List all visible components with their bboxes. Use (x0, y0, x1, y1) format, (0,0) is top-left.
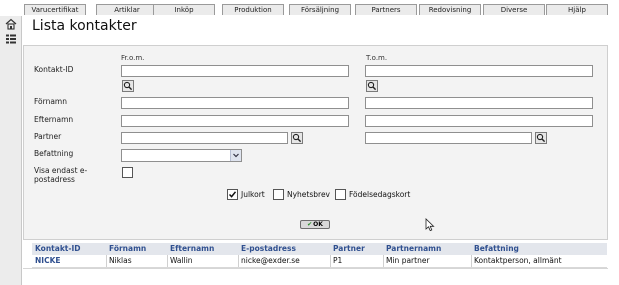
fornamn-to-input[interactable] (365, 97, 593, 109)
column-divider (106, 255, 107, 267)
efternamn-from-input[interactable] (121, 115, 349, 127)
kontakt-id-to-lookup-button[interactable] (366, 80, 378, 92)
kontakt-id-from-lookup-button[interactable] (122, 80, 134, 92)
tab-varucertifikat[interactable]: Varucertifikat (24, 4, 86, 15)
cell-partnernamn: Min partner (386, 256, 430, 265)
julkort-checkbox[interactable] (227, 189, 238, 200)
ok-label: OK (313, 221, 323, 228)
col-partner[interactable]: Partner (333, 244, 365, 254)
tab-artiklar[interactable]: Artiklar (96, 4, 158, 15)
fornamn-label: Förnamn (34, 97, 67, 106)
tab-produktion[interactable]: Produktion (222, 4, 284, 15)
julkort-label: Julkort (241, 190, 265, 199)
kontakt-id-to-input[interactable] (365, 65, 593, 77)
ok-button[interactable]: ✔OK (300, 220, 330, 229)
fodelsedagskort-label: Födelsedagskort (349, 190, 411, 199)
column-divider (238, 255, 239, 267)
cell-befattning: Kontaktperson, allmänt (474, 256, 562, 265)
column-divider (330, 255, 331, 267)
nyhetsbrev-label: Nyhetsbrev (287, 190, 330, 199)
visa-endast-label: Visa endast e-postadress (34, 166, 88, 184)
cell-fornamn: Niklas (109, 256, 132, 265)
column-divider (167, 255, 168, 267)
befattning-select[interactable] (121, 149, 242, 162)
divider (23, 268, 608, 269)
magnifier-icon (123, 81, 133, 91)
partner-from-lookup-button[interactable] (291, 132, 303, 144)
kontakt-id-label: Kontakt-ID (34, 65, 74, 74)
partner-label: Partner (34, 132, 62, 141)
col-kontakt-id[interactable]: Kontakt-ID (35, 244, 81, 254)
col-partnernamn[interactable]: Partnernamn (386, 244, 441, 254)
visa-endast-checkbox[interactable] (122, 167, 133, 178)
col-efternamn[interactable]: Efternamn (170, 244, 214, 254)
tab-inkop[interactable]: Inköp (153, 4, 215, 15)
partner-to-input[interactable] (365, 132, 532, 144)
check-icon (228, 191, 237, 198)
from-header: Fr.o.m. (121, 54, 145, 62)
nyhetsbrev-checkbox[interactable] (273, 189, 284, 200)
column-divider (383, 255, 384, 267)
check-icon: ✔ (307, 221, 313, 228)
list-icon[interactable] (5, 33, 17, 45)
befattning-label: Befattning (34, 149, 74, 158)
tab-forsaljning[interactable]: Försäljning (289, 4, 351, 15)
table-row[interactable]: NICKE Niklas Wallin nicke@exder.se P1 Mi… (32, 255, 607, 268)
col-befattning[interactable]: Befattning (474, 244, 519, 254)
magnifier-icon (367, 81, 377, 91)
cell-kontakt-id[interactable]: NICKE (35, 256, 61, 266)
cell-e-postadress: nicke@exder.se (241, 256, 300, 265)
partner-to-lookup-button[interactable] (535, 132, 547, 144)
efternamn-label: Efternamn (34, 115, 74, 124)
chevron-down-icon (230, 150, 241, 161)
top-navigation: Varucertifikat Artiklar Inköp Produktion… (0, 0, 619, 16)
fodelsedagskort-checkbox[interactable] (335, 189, 346, 200)
magnifier-icon (536, 133, 546, 143)
magnifier-icon (292, 133, 302, 143)
col-e-postadress[interactable]: E-postadress (241, 244, 296, 254)
col-fornamn[interactable]: Förnamn (109, 244, 146, 254)
tab-redovisning[interactable]: Redovisning (419, 4, 481, 15)
partner-from-input[interactable] (121, 132, 288, 144)
kontakt-id-from-input[interactable] (121, 65, 349, 77)
cell-efternamn: Wallin (170, 256, 193, 265)
search-form-panel: Fr.o.m. T.o.m. Kontakt-ID Förnamn Eftern… (23, 45, 608, 240)
tab-hjalp[interactable]: Hjälp (546, 4, 608, 15)
tab-partners[interactable]: Partners (355, 4, 417, 15)
page-title: Lista kontakter (32, 18, 137, 34)
mouse-cursor-icon (425, 218, 435, 232)
to-header: T.o.m. (366, 54, 388, 62)
table-header: Kontakt-ID Förnamn Efternamn E-postadres… (32, 243, 607, 255)
cell-partner: P1 (333, 256, 343, 265)
efternamn-to-input[interactable] (365, 115, 593, 127)
tab-diverse[interactable]: Diverse (483, 4, 545, 15)
column-divider (471, 255, 472, 267)
fornamn-from-input[interactable] (121, 97, 349, 109)
home-icon[interactable] (5, 18, 17, 30)
left-rail (0, 16, 22, 285)
